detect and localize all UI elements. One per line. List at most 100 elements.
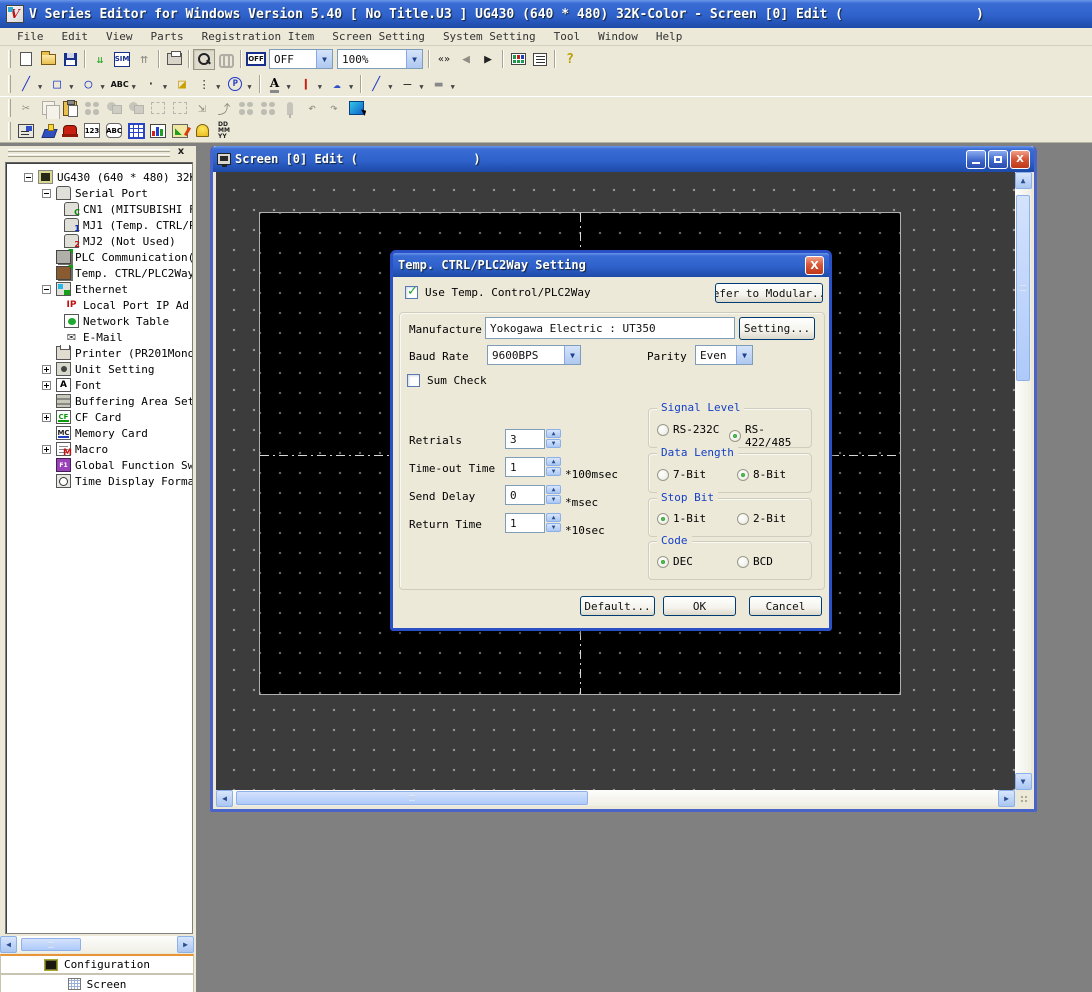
- off-display-button[interactable]: OFF: [245, 49, 267, 70]
- dialog-close-button[interactable]: X: [805, 256, 824, 275]
- manufacture-field[interactable]: Yokogawa Electric : UT350: [485, 317, 735, 339]
- manufacture-setting-button[interactable]: Setting...: [739, 317, 815, 340]
- tree-row-unit-setting[interactable]: Unit Setting: [6, 361, 192, 377]
- toolbar-grip[interactable]: [8, 75, 11, 93]
- screen-transfer-button[interactable]: ⇊: [89, 49, 111, 70]
- tree-row-macro[interactable]: MMacro: [6, 441, 192, 457]
- horizontal-scrollbar[interactable]: ◀ ▶: [216, 790, 1015, 806]
- send-back-button[interactable]: [169, 98, 191, 119]
- save-button[interactable]: [59, 49, 81, 70]
- expand-icon[interactable]: [42, 381, 51, 390]
- collapse-icon[interactable]: [24, 173, 33, 182]
- paste-button[interactable]: [59, 98, 81, 119]
- chevron-down-icon[interactable]: ▼: [451, 83, 455, 91]
- tree-row-network-table[interactable]: Network Table: [6, 313, 192, 329]
- palette-button[interactable]: ☁: [326, 74, 348, 95]
- open-file-button[interactable]: [37, 49, 59, 70]
- help-button[interactable]: ?: [559, 49, 581, 70]
- return-time-spinner[interactable]: ▲▼: [546, 513, 561, 533]
- zoom-tool-button[interactable]: [193, 49, 215, 70]
- next-screen-button[interactable]: ▶: [477, 49, 499, 70]
- spin-up-icon[interactable]: ▲: [546, 513, 561, 522]
- zoom-level-combo[interactable]: 100% ▼: [337, 49, 423, 69]
- scroll-left-icon[interactable]: ◀: [216, 790, 233, 807]
- chevron-down-icon[interactable]: ▼: [316, 50, 332, 68]
- chevron-down-icon[interactable]: ▼: [736, 346, 752, 364]
- bcd-option[interactable]: BCD: [737, 555, 773, 568]
- graph-part-button[interactable]: [147, 120, 169, 141]
- copy-button[interactable]: [37, 98, 59, 119]
- circle-tool-button[interactable]: ○: [77, 74, 99, 95]
- 8bit-radio[interactable]: [737, 469, 749, 481]
- arrange-button[interactable]: [257, 98, 279, 119]
- menu-system-setting[interactable]: System Setting: [434, 30, 545, 43]
- toolbar-grip[interactable]: [8, 50, 11, 68]
- simulator-button[interactable]: SIM: [111, 49, 133, 70]
- line-style-button[interactable]: —: [396, 74, 418, 95]
- tree-row-serial-port[interactable]: Serial Port: [6, 185, 192, 201]
- dialog-titlebar[interactable]: Temp. CTRL/PLC2Way Setting X: [393, 253, 829, 277]
- screen-list-button[interactable]: [507, 49, 529, 70]
- retrials-spinner[interactable]: ▲▼: [546, 429, 561, 449]
- expand-icon[interactable]: [42, 413, 51, 422]
- tree-row-local-ip[interactable]: IPLocal Port IP Ad: [6, 297, 192, 313]
- 8bit-option[interactable]: 8-Bit: [737, 468, 786, 481]
- menu-help[interactable]: Help: [647, 30, 692, 43]
- box-tool-button[interactable]: □: [46, 74, 68, 95]
- chevron-down-icon[interactable]: ▼: [406, 50, 422, 68]
- menu-screen-setting[interactable]: Screen Setting: [323, 30, 434, 43]
- search-button[interactable]: [215, 49, 237, 70]
- char-color-button[interactable]: A: [264, 74, 286, 95]
- timeout-spinner[interactable]: ▲▼: [546, 457, 561, 477]
- panel-close-icon[interactable]: x: [174, 146, 188, 159]
- chevron-down-icon[interactable]: ▼: [287, 83, 291, 91]
- tree-row-memory-card[interactable]: MCMemory Card: [6, 425, 192, 441]
- chevron-down-icon[interactable]: ▼: [419, 83, 423, 91]
- tree-row-mj1[interactable]: 1MJ1 (Temp. CTRL/P: [6, 217, 192, 233]
- chevron-down-icon[interactable]: ▼: [349, 83, 353, 91]
- paint-tool-button[interactable]: ◪: [171, 74, 193, 95]
- menu-view[interactable]: View: [97, 30, 142, 43]
- scroll-right-icon[interactable]: ▶: [177, 936, 194, 953]
- 1bit-option[interactable]: 1-Bit: [657, 512, 706, 525]
- chevron-down-icon[interactable]: ▼: [163, 83, 167, 91]
- collapse-icon[interactable]: [42, 189, 51, 198]
- select-mode-button[interactable]: [345, 98, 367, 119]
- collapse-icon[interactable]: [42, 285, 51, 294]
- cut-button[interactable]: ✂: [15, 98, 37, 119]
- chevron-down-icon[interactable]: ▼: [100, 83, 104, 91]
- tree-row-cn1[interactable]: CCN1 (MITSUBISHI F: [6, 201, 192, 217]
- scroll-down-icon[interactable]: ▼: [1015, 773, 1032, 790]
- bring-front-button[interactable]: [147, 98, 169, 119]
- tree-row-cf-card[interactable]: CFCF Card: [6, 409, 192, 425]
- menu-window[interactable]: Window: [589, 30, 647, 43]
- redo-button[interactable]: ↷: [323, 98, 345, 119]
- scrollbar-thumb[interactable]: [236, 791, 588, 805]
- send-delay-spinner[interactable]: ▲▼: [546, 485, 561, 505]
- menu-registration-item[interactable]: Registration Item: [193, 30, 324, 43]
- return-time-field[interactable]: 1: [505, 513, 545, 533]
- panel-drag-grip[interactable]: [8, 149, 170, 152]
- dec-radio[interactable]: [657, 556, 669, 568]
- rotate-button[interactable]: ⤴: [213, 98, 235, 119]
- vertical-scrollbar[interactable]: ▲ ▼: [1015, 172, 1031, 790]
- tree-row-temp-ctrl[interactable]: Temp. CTRL/PLC2Way: [6, 265, 192, 281]
- rs422-option[interactable]: RS-422/485: [729, 423, 811, 449]
- screen-edit-titlebar[interactable]: Screen [0] Edit ( ) X: [213, 146, 1034, 172]
- align-button[interactable]: [235, 98, 257, 119]
- spin-down-icon[interactable]: ▼: [546, 495, 561, 504]
- spin-up-icon[interactable]: ▲: [546, 429, 561, 438]
- numeric-display-button[interactable]: 123: [81, 120, 103, 141]
- tree-row-ug430[interactable]: UG430 (640 * 480) 32K-: [6, 169, 192, 185]
- chevron-down-icon[interactable]: ▼: [216, 83, 220, 91]
- dec-option[interactable]: DEC: [657, 555, 693, 568]
- sum-check-checkbox[interactable]: [407, 374, 420, 387]
- expand-icon[interactable]: [42, 445, 51, 454]
- lamp-state-combo[interactable]: OFF ▼: [269, 49, 333, 69]
- use-temp-control-checkbox[interactable]: [405, 286, 418, 299]
- bcd-radio[interactable]: [737, 556, 749, 568]
- tab-configuration[interactable]: Configuration: [0, 954, 194, 974]
- item-list-button[interactable]: [529, 49, 551, 70]
- 2bit-option[interactable]: 2-Bit: [737, 512, 786, 525]
- parity-combo[interactable]: Even ▼: [695, 345, 753, 365]
